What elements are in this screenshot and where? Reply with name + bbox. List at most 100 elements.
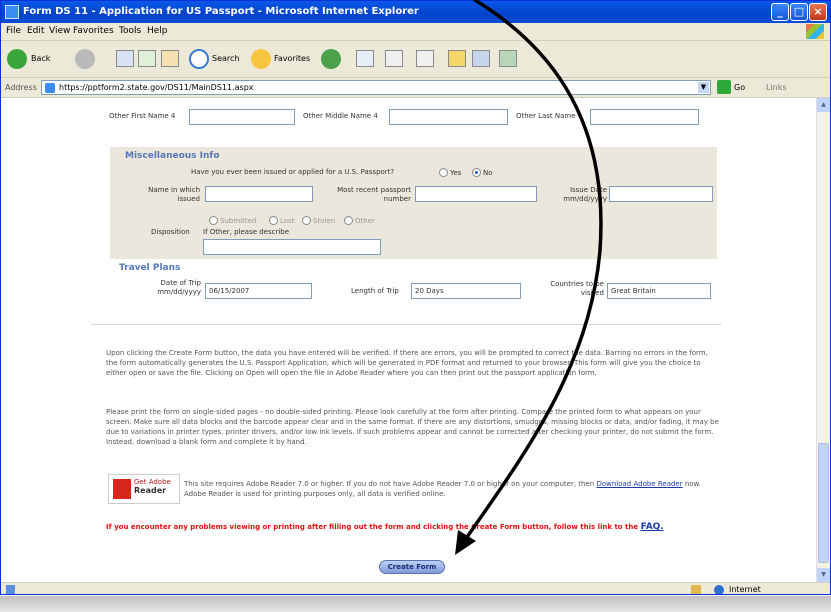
- scroll-up-icon[interactable]: ▲: [817, 98, 830, 112]
- address-input[interactable]: https://pptform2.state.gov/DS11/MainDS11…: [41, 80, 711, 95]
- menu-help[interactable]: Help: [147, 26, 168, 36]
- internet-zone-icon: [714, 585, 724, 594]
- address-url: https://pptform2.state.gov/DS11/MainDS11…: [59, 83, 254, 92]
- ie-icon: [5, 5, 19, 19]
- radio-stolen-label: Stolen: [313, 217, 336, 225]
- viewing-problems-warning: If you encounter any problems viewing or…: [106, 522, 664, 532]
- radio-yes[interactable]: [439, 168, 448, 177]
- trip-date-input[interactable]: 06/15/2007: [205, 283, 312, 299]
- instructions-paragraph-2: Please print the form on single-sided pa…: [106, 408, 719, 446]
- create-form-button[interactable]: Create Form: [379, 560, 445, 574]
- passport-number-input[interactable]: [415, 186, 537, 202]
- passport-number-label: Most recent passport number: [337, 186, 411, 203]
- print-icon[interactable]: [385, 50, 403, 67]
- download-adobe-reader-link[interactable]: Download Adobe Reader: [596, 480, 682, 488]
- other-first-name-label: Other First Name 4: [109, 112, 176, 120]
- page-icon: [45, 83, 55, 93]
- misc-info-panel: [110, 147, 717, 259]
- refresh-icon[interactable]: [138, 50, 156, 67]
- security-zone: Internet: [729, 585, 761, 594]
- other-last-name-input[interactable]: [590, 109, 699, 125]
- adobe-badge-top: Get Adobe: [134, 478, 171, 486]
- status-bar: Internet: [1, 582, 830, 594]
- edit-icon[interactable]: [416, 50, 434, 67]
- go-button[interactable]: Go: [734, 83, 745, 92]
- misc-info-title: Miscellaneous Info: [125, 151, 220, 161]
- menu-file[interactable]: File: [6, 26, 21, 36]
- radio-stolen[interactable]: [302, 216, 311, 225]
- section-divider: [91, 324, 721, 325]
- radio-lost[interactable]: [269, 216, 278, 225]
- trip-length-label: Length of Trip: [351, 287, 399, 295]
- disposition-hint: If Other, please describe: [203, 228, 290, 236]
- other-middle-name-input[interactable]: [389, 109, 508, 125]
- search-button-label[interactable]: Search: [212, 54, 239, 63]
- radio-submitted-label: Submitted: [220, 217, 257, 225]
- forward-arrow-icon[interactable]: [75, 49, 95, 69]
- trip-length-input[interactable]: 20 Days: [411, 283, 521, 299]
- faq-link[interactable]: FAQ.: [641, 522, 664, 532]
- window-drop-shadow: [0, 596, 831, 612]
- issue-date-label: Issue Date mm/dd/yyyy: [563, 186, 607, 203]
- other-last-name-label: Other Last Name 4: [516, 112, 583, 120]
- adobe-badge-bottom: Reader: [134, 486, 167, 495]
- countries-input[interactable]: Great Britain: [607, 283, 711, 299]
- back-button-label[interactable]: Back: [31, 54, 50, 63]
- favorites-star-icon[interactable]: [251, 49, 271, 69]
- links-button[interactable]: Links: [766, 83, 787, 92]
- research-icon[interactable]: [499, 50, 517, 67]
- address-bar: Address https://pptform2.state.gov/DS11/…: [1, 78, 830, 98]
- other-first-name-input[interactable]: [189, 109, 295, 125]
- scroll-down-icon[interactable]: ▼: [817, 568, 830, 582]
- radio-no-label: No: [483, 169, 493, 177]
- radio-submitted[interactable]: [209, 216, 218, 225]
- radio-no[interactable]: [472, 168, 481, 177]
- travel-plans-title: Travel Plans: [119, 263, 181, 273]
- menu-bar: File Edit View Favorites Tools Help: [1, 23, 830, 41]
- name-issued-label: Name in which issued: [148, 186, 200, 203]
- scroll-thumb[interactable]: [818, 443, 829, 563]
- radio-lost-label: Lost: [280, 217, 295, 225]
- radio-yes-label: Yes: [450, 169, 462, 177]
- messenger-icon[interactable]: [472, 50, 490, 67]
- issue-date-input[interactable]: [609, 186, 713, 202]
- menu-tools[interactable]: Tools: [119, 26, 141, 36]
- name-issued-input[interactable]: [205, 186, 313, 202]
- title-bar: Form DS 11 - Application for US Passport…: [1, 1, 830, 23]
- home-icon[interactable]: [161, 50, 179, 67]
- minimize-button[interactable]: _: [771, 3, 789, 21]
- adobe-requirement-text: This site requires Adobe Reader 7.0 or h…: [184, 480, 701, 498]
- menu-edit[interactable]: Edit: [27, 26, 44, 36]
- menu-view[interactable]: View: [49, 26, 70, 36]
- stop-icon[interactable]: [116, 50, 134, 67]
- address-label: Address: [5, 83, 37, 92]
- status-page-icon: [6, 585, 15, 594]
- radio-other[interactable]: [344, 216, 353, 225]
- menu-favorites[interactable]: Favorites: [73, 26, 114, 36]
- back-arrow-icon[interactable]: [7, 49, 27, 69]
- trip-date-label: Date of Trip mm/dd/yyyy: [157, 279, 201, 296]
- search-icon[interactable]: [189, 49, 209, 69]
- lock-icon: [691, 585, 701, 594]
- instructions-paragraph-1: Upon clicking the Create Form button, th…: [106, 349, 708, 377]
- passport-question: Have you ever been issued or applied for…: [191, 168, 395, 176]
- vertical-scrollbar[interactable]: ▲ ▼: [816, 98, 830, 582]
- windows-logo-icon: [806, 24, 824, 39]
- countries-label: Countries to be visited: [550, 280, 604, 297]
- disposition-describe-input[interactable]: [203, 239, 381, 255]
- get-adobe-reader-badge[interactable]: Get Adobe Reader: [108, 474, 180, 504]
- browser-window: Form DS 11 - Application for US Passport…: [0, 0, 831, 595]
- chevron-down-icon[interactable]: ▼: [698, 82, 709, 93]
- folder-icon[interactable]: [448, 50, 466, 67]
- go-arrow-icon[interactable]: [717, 80, 731, 94]
- maximize-button[interactable]: □: [790, 3, 808, 21]
- close-button[interactable]: ×: [809, 3, 827, 21]
- disposition-label: Disposition: [151, 228, 190, 236]
- toolbar: Back Search Favorites: [1, 41, 830, 78]
- mail-icon[interactable]: [356, 50, 374, 67]
- other-middle-name-label: Other Middle Name 4: [303, 112, 378, 120]
- radio-other-label: Other: [355, 217, 375, 225]
- favorites-button-label[interactable]: Favorites: [274, 54, 310, 63]
- media-icon[interactable]: [321, 49, 341, 69]
- page-content: Other First Name 4 Other Middle Name 4 O…: [1, 98, 816, 582]
